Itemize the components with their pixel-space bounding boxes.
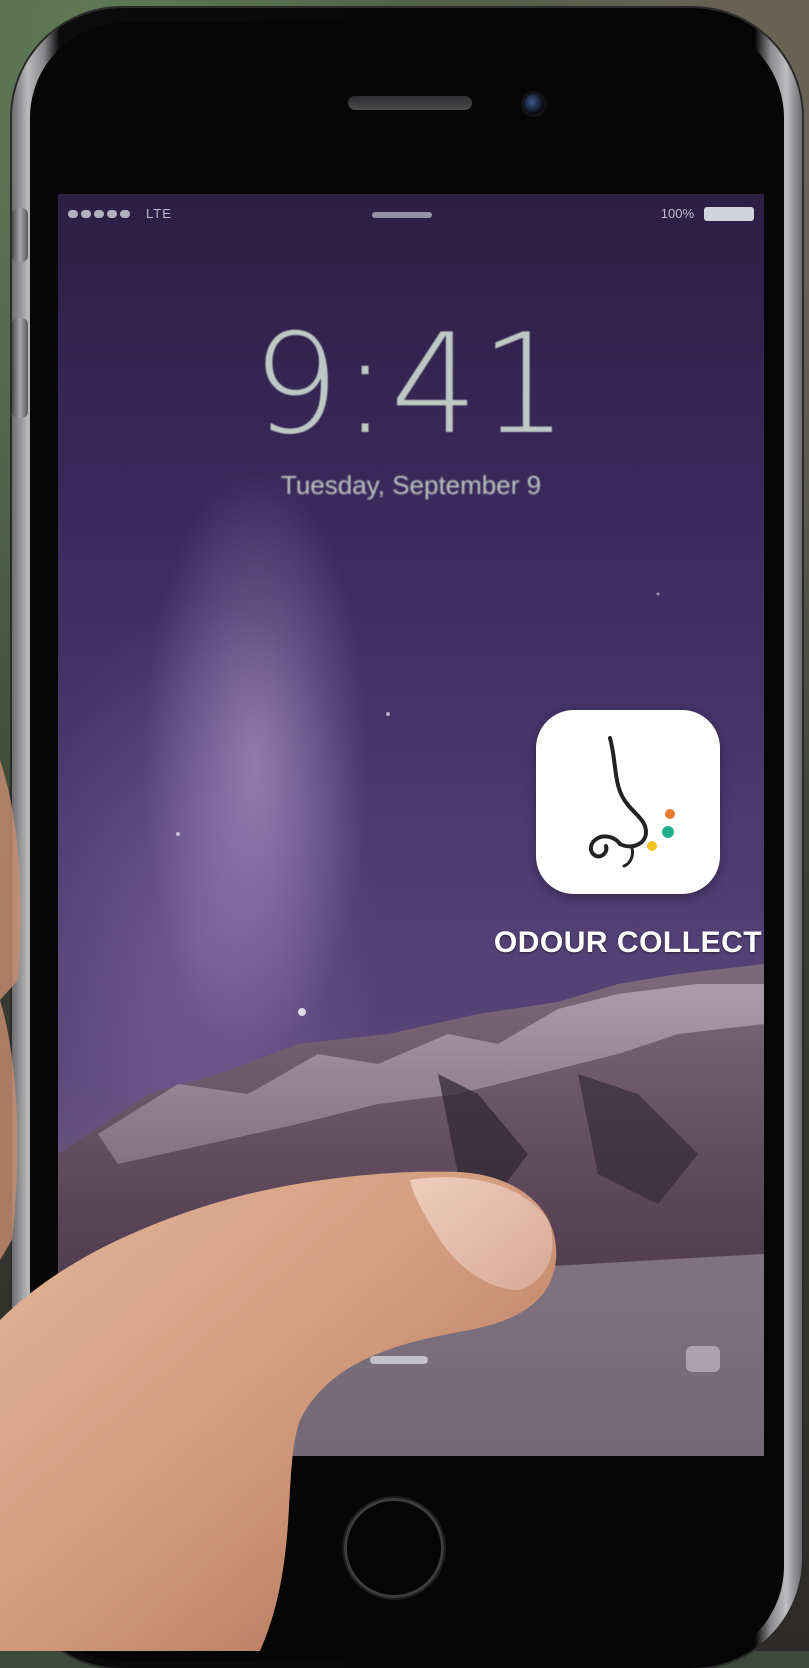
camera-shortcut-icon[interactable] <box>686 1346 720 1372</box>
yellow-dot-icon <box>647 841 657 851</box>
lock-icon <box>372 212 432 218</box>
volume-up-button <box>12 318 28 418</box>
status-bar: LTE 100% <box>58 194 764 238</box>
lock-screen[interactable]: LTE 100% 9:41 Tuesday, September 9 ODOUR… <box>58 194 764 1456</box>
odour-collect-app-icon[interactable] <box>536 710 720 894</box>
page-indicator <box>370 1356 428 1364</box>
front-camera-icon <box>524 94 544 114</box>
signal-strength-icon <box>68 210 130 218</box>
app-label: ODOUR COLLECT <box>493 926 763 959</box>
earpiece-speaker <box>348 96 472 110</box>
teal-dot-icon <box>662 826 674 838</box>
battery-icon <box>704 207 754 221</box>
orange-dot-icon <box>665 809 675 819</box>
nose-icon <box>589 736 675 868</box>
lock-screen-date: Tuesday, September 9 <box>280 470 542 500</box>
mute-switch <box>12 208 28 262</box>
battery-percentage: 100% <box>660 206 694 221</box>
carrier-label: LTE <box>146 206 172 221</box>
lock-screen-time: 9:41 <box>252 304 570 465</box>
home-button[interactable] <box>344 1498 444 1598</box>
